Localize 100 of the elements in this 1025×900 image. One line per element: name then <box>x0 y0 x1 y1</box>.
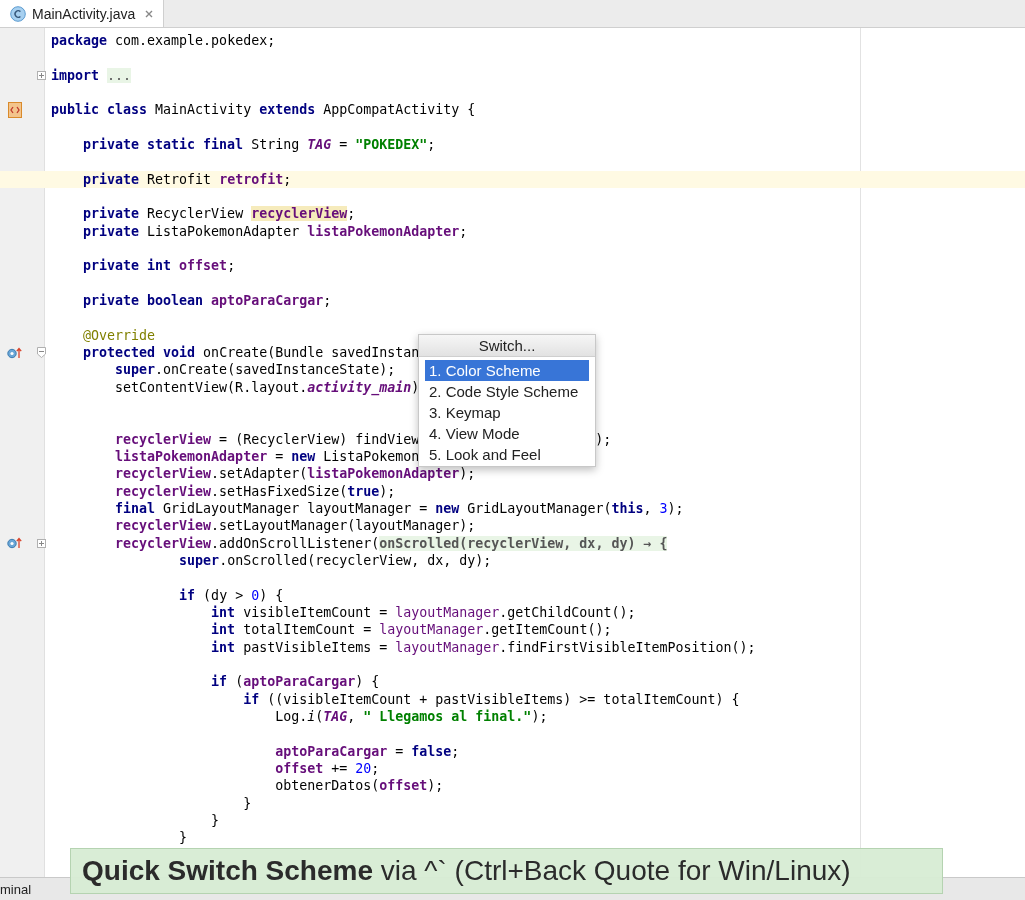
number-literal: 0 <box>251 587 260 603</box>
field-name: aptoParaCargar <box>211 293 324 309</box>
code-text: ; <box>451 743 460 759</box>
code-text: pastVisibleItems = <box>242 639 389 655</box>
code-text: ); <box>459 466 476 482</box>
code-text: ; <box>283 171 292 187</box>
variable-name: layoutManager <box>395 605 500 620</box>
string-literal: "POKEDEX" <box>355 137 428 153</box>
field-name: aptoParaCargar <box>243 674 356 690</box>
code-text: ( <box>315 708 324 724</box>
keyword: import <box>51 67 101 83</box>
code-text: ); <box>531 708 548 724</box>
keyword: new <box>291 449 316 465</box>
field-name: TAG <box>323 708 348 724</box>
code-text: .getChildCount(); <box>499 605 636 620</box>
code-text: ListaPokemon <box>322 449 420 465</box>
keyword: private int <box>82 258 173 274</box>
code-text: com.example.pokedex; <box>114 33 276 49</box>
field-name: recyclerView <box>114 431 212 447</box>
code-text: ; <box>459 223 468 239</box>
code-text: (dy > <box>202 587 245 603</box>
keyword: true <box>347 483 380 499</box>
annotation: @Override <box>82 327 156 343</box>
field-name: recyclerView <box>114 518 212 534</box>
code-text: .setHasFixedSize( <box>211 483 348 499</box>
code-text: ); <box>595 431 612 447</box>
code-text: AppCompatActivity { <box>322 102 476 118</box>
code-text: .getItemCount(); <box>483 622 612 638</box>
keyword: extends <box>259 102 316 118</box>
folded-lambda: onScrolled(recyclerView, dx, dy) → { <box>379 535 668 551</box>
code-text: ; <box>371 760 380 776</box>
code-text: ((visibleItemCount + pastVisibleItems) >= totalItemCount) { <box>266 691 740 707</box>
keyword: super <box>178 553 220 568</box>
code-text: += <box>330 760 349 776</box>
variable-name: layoutManager <box>395 639 500 655</box>
field-name: recyclerView <box>114 466 212 482</box>
field-name: listaPokemonAdapter <box>307 466 460 482</box>
expand-fold-icon[interactable] <box>37 70 46 80</box>
code-text: .setLayoutManager(layoutManager); <box>211 518 476 534</box>
keyword: int <box>210 622 236 638</box>
code-text: obtenerDatos( <box>274 778 380 794</box>
popup-menu-item[interactable]: 4. View Mode <box>425 423 589 444</box>
keyword: package <box>51 33 108 49</box>
code-text: = (RecyclerView) findView <box>218 431 420 447</box>
collapse-fold-icon[interactable] <box>37 347 46 359</box>
code-text: } <box>242 795 252 811</box>
popup-menu-item[interactable]: 1. Color Scheme <box>425 360 589 381</box>
code-text: .onScrolled(recyclerView, dx, dy); <box>219 553 492 568</box>
code-text: .setAdapter( <box>211 466 308 482</box>
field-name: listaPokemonAdapter <box>307 223 460 239</box>
code-text: } <box>178 830 188 846</box>
field-name: offset <box>379 778 428 794</box>
keyword: private <box>82 223 140 239</box>
code-text: , <box>643 501 653 516</box>
code-text: = <box>338 137 349 153</box>
code-text: ; <box>227 258 236 274</box>
keyword: public class <box>51 102 148 118</box>
expand-fold-icon[interactable] <box>37 538 46 548</box>
keyword: private boolean <box>82 293 205 309</box>
close-icon[interactable] <box>145 9 154 18</box>
keyword: int <box>210 639 236 655</box>
code-text: ); <box>667 501 684 516</box>
code-text: onCreate(Bundle savedInstan <box>202 345 420 361</box>
code-text: ) { <box>259 587 284 603</box>
code-text: Retrofit <box>146 171 213 187</box>
file-tab[interactable]: MainActivity.java <box>0 0 165 27</box>
keyword: this <box>611 501 644 516</box>
field-name: offset <box>274 760 324 776</box>
keyword: int <box>210 605 236 620</box>
field-name: aptoParaCargar <box>274 743 388 759</box>
code-text: ); <box>427 778 444 794</box>
folded-code: ... <box>107 67 132 83</box>
code-text: .onCreate(savedInstanceState); <box>155 362 396 378</box>
code-text: = <box>394 743 405 759</box>
code-text: ; <box>427 137 436 153</box>
code-text: ; <box>323 293 332 309</box>
number-literal: 3 <box>659 501 668 516</box>
code-text: totalItemCount = <box>242 622 373 638</box>
code-text: visibleItemCount = <box>242 605 389 620</box>
code-text: = <box>274 449 285 465</box>
number-literal: 20 <box>355 760 372 776</box>
popup-menu-item[interactable]: 2. Code Style Scheme <box>425 381 589 402</box>
popup-menu-item[interactable]: 3. Keymap <box>425 402 589 423</box>
code-text: ListaPokemonAdapter <box>146 223 301 239</box>
keyword: protected void <box>82 345 196 361</box>
keyword: if <box>242 691 260 707</box>
string-literal: " Llegamos al final." <box>363 708 532 724</box>
class-icon <box>10 5 26 22</box>
code-text: .addOnScrollListener( <box>211 535 380 551</box>
code-text: GridLayoutManager( <box>466 501 612 516</box>
tool-window-label[interactable]: minal <box>0 881 32 897</box>
field-name: activity_main <box>307 379 412 395</box>
field-name: retrofit <box>219 171 284 187</box>
code-text: MainActivity <box>154 102 253 118</box>
keyword: false <box>411 743 452 759</box>
popup-menu-item[interactable]: 5. Look and Feel <box>425 444 589 465</box>
code-text: ( <box>234 674 244 690</box>
code-text: setContentView(R.layout. <box>114 379 308 395</box>
code-text: , <box>347 708 357 724</box>
code-text: GridLayoutManager layoutManager = <box>162 501 429 516</box>
